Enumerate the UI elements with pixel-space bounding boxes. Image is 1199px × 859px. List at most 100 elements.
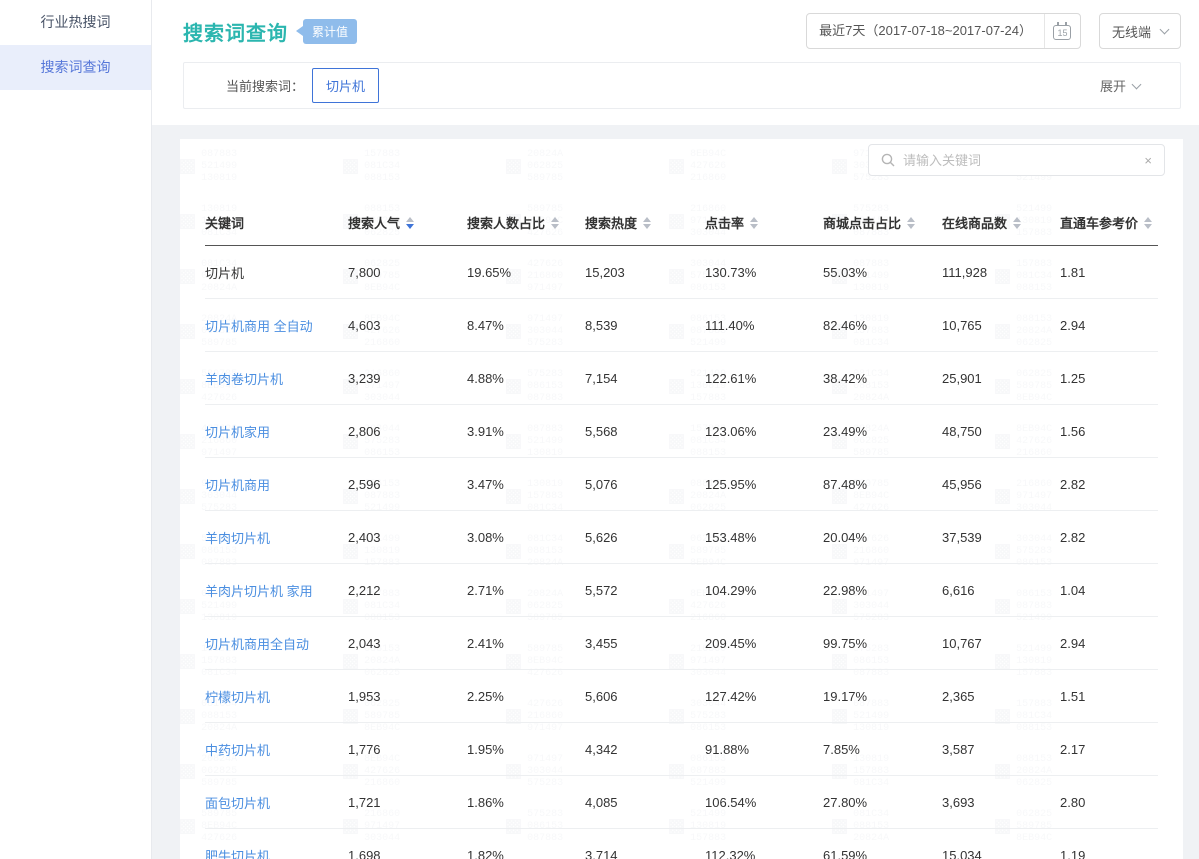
table-row: 切片机商用2,5963.47%5,076125.95%87.48%45,9562… — [205, 458, 1158, 511]
keyword-link[interactable]: 切片机家用 — [205, 405, 348, 458]
table-cell: 99.75% — [823, 617, 942, 670]
column-header-label: 在线商品数 — [942, 216, 1007, 231]
keyword-link[interactable]: 柠檬切片机 — [205, 670, 348, 723]
table-cell: 5,606 — [585, 670, 705, 723]
table-cell: 1.19 — [1060, 829, 1158, 859]
table-cell: 61.59% — [823, 829, 942, 859]
sort-desc-icon — [406, 224, 414, 229]
search-icon — [881, 153, 895, 167]
column-header-label: 搜索热度 — [585, 216, 637, 231]
keyword-link[interactable]: 羊肉卷切片机 — [205, 352, 348, 405]
table-cell: 122.61% — [705, 352, 823, 405]
keyword-link[interactable]: 面包切片机 — [205, 776, 348, 829]
table-cell: 130.73% — [705, 246, 823, 299]
table-cell: 5,626 — [585, 511, 705, 564]
sidebar: 行业热搜词搜索词查询 — [0, 0, 152, 859]
table-cell: 3,693 — [942, 776, 1060, 829]
table-cell: 10,767 — [942, 617, 1060, 670]
cumulative-badge: 累计值 — [296, 19, 357, 44]
table-cell: 1,698 — [348, 829, 467, 859]
current-search-filter-bar: 当前搜索词： 切片机 展开 — [183, 62, 1181, 109]
sort-arrows-icon[interactable] — [643, 217, 651, 229]
table-cell: 1,721 — [348, 776, 467, 829]
column-header-0: 关键词 — [205, 198, 348, 246]
table-cell: 1,953 — [348, 670, 467, 723]
sort-desc-icon — [1013, 224, 1021, 229]
column-header-3[interactable]: 搜索热度 — [585, 198, 705, 246]
keyword-search-input[interactable] — [903, 153, 1136, 168]
table-cell: 125.95% — [705, 458, 823, 511]
table-cell: 209.45% — [705, 617, 823, 670]
table-cell: 2,806 — [348, 405, 467, 458]
table-cell: 111,928 — [942, 246, 1060, 299]
sort-arrows-icon[interactable] — [907, 217, 915, 229]
table-row: 切片机7,80019.65%15,203130.73%55.03%111,928… — [205, 246, 1158, 299]
table-cell: 6,616 — [942, 564, 1060, 617]
table-cell: 3,455 — [585, 617, 705, 670]
table-cell: 22.98% — [823, 564, 942, 617]
sort-arrows-icon[interactable] — [1013, 217, 1021, 229]
table-cell: 2,365 — [942, 670, 1060, 723]
keyword-link[interactable]: 羊肉片切片机 家用 — [205, 564, 348, 617]
table-cell: 2,596 — [348, 458, 467, 511]
column-header-7[interactable]: 直通车参考价 — [1060, 198, 1158, 246]
keywords-table: 关键词搜索人气搜索人数占比搜索热度 点击率 商城点击占比 在线商品数 直通车参考价 切片… — [205, 198, 1158, 859]
sort-arrows-icon[interactable] — [551, 217, 559, 229]
table-cell: 1.82% — [467, 829, 585, 859]
sort-desc-icon — [907, 224, 915, 229]
column-header-label: 点击率 — [705, 216, 744, 231]
chevron-down-icon — [1132, 79, 1142, 89]
chevron-down-icon — [1160, 25, 1170, 35]
table-row: 切片机家用2,8063.91%5,568123.06%23.49%48,7501… — [205, 405, 1158, 458]
table-row: 羊肉卷切片机3,2394.88%7,154122.61%38.42%25,901… — [205, 352, 1158, 405]
keyword-link[interactable]: 切片机商用全自动 — [205, 617, 348, 670]
sort-asc-icon — [406, 217, 414, 222]
sort-asc-icon — [907, 217, 915, 222]
date-range-label[interactable]: 最近7天（2017-07-18~2017-07-24） — [807, 14, 1044, 48]
table-cell: 1.51 — [1060, 670, 1158, 723]
keyword-link[interactable]: 肥牛切片机 — [205, 829, 348, 859]
keywords-table-wrap: 关键词搜索人气搜索人数占比搜索热度 点击率 商城点击占比 在线商品数 直通车参考价 切片… — [205, 198, 1158, 859]
table-cell: 3,714 — [585, 829, 705, 859]
table-cell: 3.47% — [467, 458, 585, 511]
current-keyword-button[interactable]: 切片机 — [312, 68, 379, 103]
column-header-label: 商城点击占比 — [823, 216, 901, 231]
table-cell: 82.46% — [823, 299, 942, 352]
expand-label: 展开 — [1100, 76, 1126, 95]
table-cell: 2.94 — [1060, 617, 1158, 670]
table-cell: 4.88% — [467, 352, 585, 405]
keyword-link[interactable]: 中药切片机 — [205, 723, 348, 776]
expand-toggle[interactable]: 展开 — [1100, 76, 1140, 95]
table-cell: 2.82 — [1060, 511, 1158, 564]
calendar-icon: 15 — [1053, 25, 1071, 40]
date-range-picker[interactable]: 最近7天（2017-07-18~2017-07-24） 15 — [806, 13, 1081, 49]
column-header-6[interactable]: 在线商品数 — [942, 198, 1060, 246]
column-header-4[interactable]: 点击率 — [705, 198, 823, 246]
table-cell: 3.91% — [467, 405, 585, 458]
table-row: 面包切片机1,7211.86%4,085106.54%27.80%3,6932.… — [205, 776, 1158, 829]
column-header-5[interactable]: 商城点击占比 — [823, 198, 942, 246]
table-row: 切片机商用 全自动4,6038.47%8,539111.40%82.46%10,… — [205, 299, 1158, 352]
table-cell: 1,776 — [348, 723, 467, 776]
calendar-button[interactable]: 15 — [1044, 14, 1080, 48]
table-cell: 2.71% — [467, 564, 585, 617]
device-selector-dropdown[interactable]: 无线端 — [1099, 13, 1181, 49]
sort-arrows-icon[interactable] — [750, 217, 758, 229]
keyword-link[interactable]: 切片机商用 — [205, 458, 348, 511]
table-cell: 106.54% — [705, 776, 823, 829]
table-cell: 1.56 — [1060, 405, 1158, 458]
sidebar-item-0[interactable]: 行业热搜词 — [0, 0, 151, 45]
keyword-link[interactable]: 羊肉切片机 — [205, 511, 348, 564]
current-search-label: 当前搜索词： — [226, 76, 304, 95]
column-header-1[interactable]: 搜索人气 — [348, 198, 467, 246]
table-cell: 1.25 — [1060, 352, 1158, 405]
sort-arrows-icon[interactable] — [1144, 217, 1152, 229]
results-card: ▩087883521499130819▩157883081C34088153▩2… — [180, 139, 1183, 859]
keyword-link[interactable]: 切片机商用 全自动 — [205, 299, 348, 352]
sidebar-item-1[interactable]: 搜索词查询 — [0, 45, 151, 90]
clear-search-icon[interactable]: × — [1144, 154, 1152, 167]
keyword-search-box: × — [868, 144, 1165, 176]
column-header-label: 直通车参考价 — [1060, 216, 1138, 231]
column-header-2[interactable]: 搜索人数占比 — [467, 198, 585, 246]
sort-arrows-icon[interactable] — [406, 217, 414, 229]
